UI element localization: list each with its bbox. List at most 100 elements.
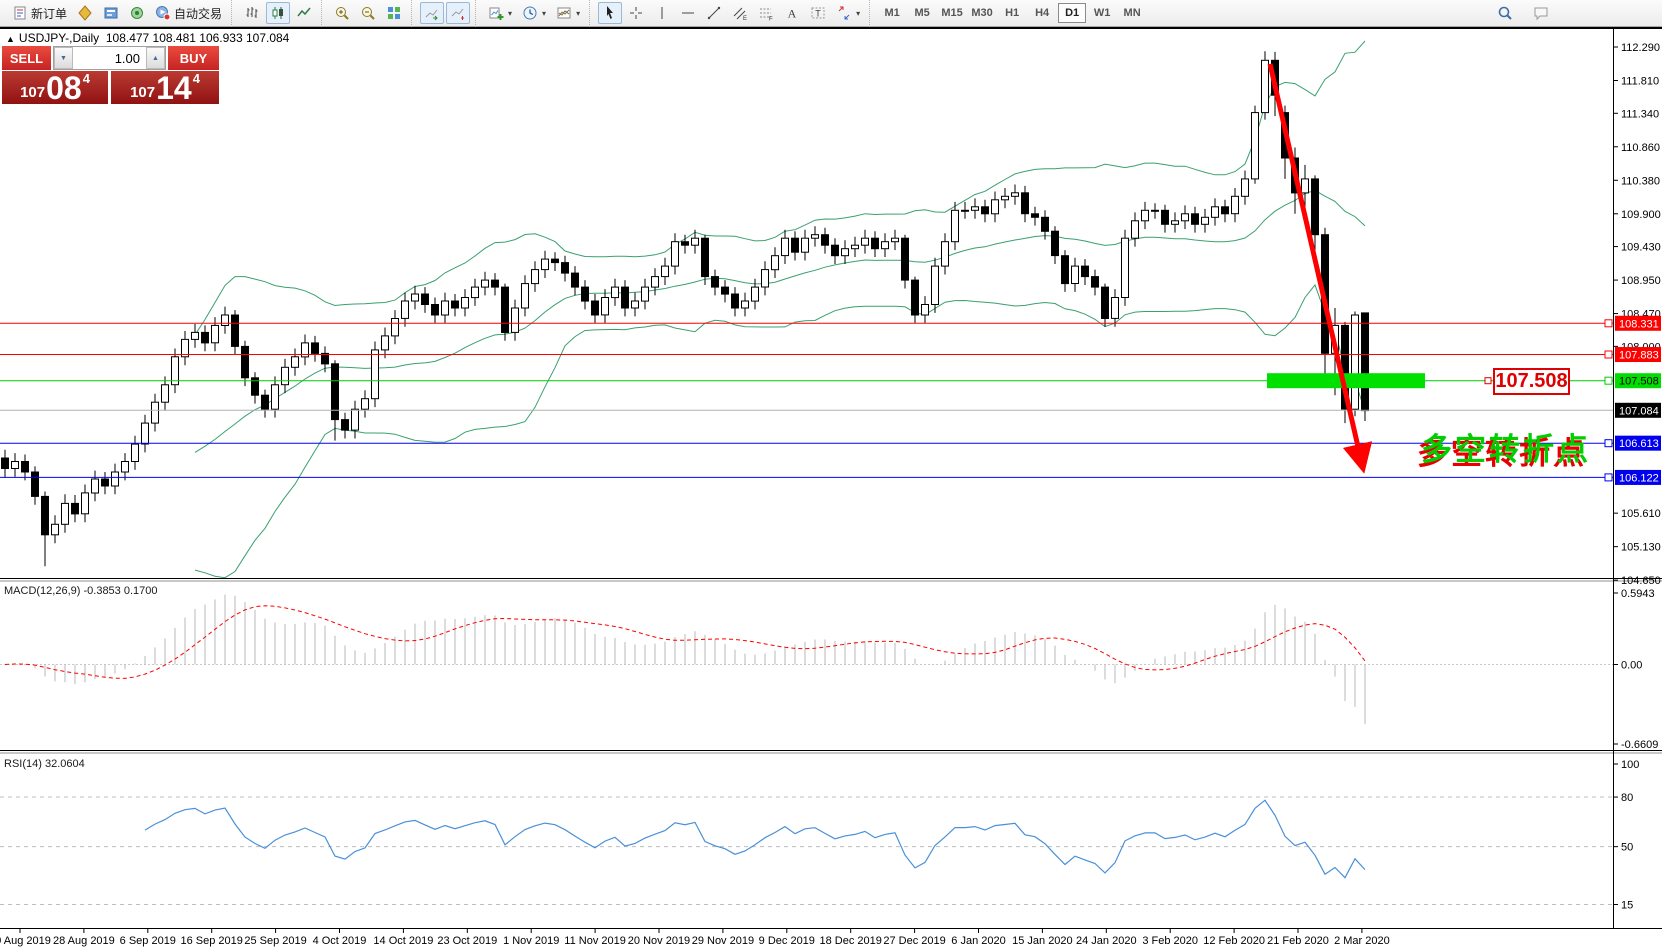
toolbar-arrows-button[interactable]: ▾ (832, 2, 864, 24)
arrows-icon (836, 5, 852, 21)
candle (202, 332, 209, 343)
toolbar-crosshair-button[interactable] (624, 2, 648, 24)
timeframe-m1-button[interactable]: M1 (878, 3, 906, 23)
volume-input[interactable]: 1.00 (73, 47, 146, 69)
toolbar-new-order-button[interactable]: 新订单 (8, 2, 71, 24)
svg-text:110.380: 110.380 (1621, 175, 1660, 187)
candle (242, 346, 249, 377)
turning-point-annotation[interactable]: 多空转折点 (1421, 424, 1591, 469)
toolbar-chat-button[interactable] (1529, 2, 1553, 24)
sell-price-box[interactable]: 107 08 4 (2, 71, 108, 104)
toolbar-periods-button[interactable]: ▾ (518, 2, 550, 24)
toolbar-equidistant-channel-button[interactable]: E (728, 2, 752, 24)
candle (472, 287, 479, 298)
candle (1142, 210, 1149, 221)
dropdown-arrow-icon[interactable]: ▾ (856, 9, 860, 18)
svg-text:100: 100 (1621, 759, 1639, 771)
toolbar-line-chart-button[interactable] (292, 2, 316, 24)
candle (552, 259, 559, 263)
toolbar-search-button[interactable] (1493, 2, 1517, 24)
volume-increase-button[interactable]: ▲ (146, 47, 165, 69)
timeframe-w1-button[interactable]: W1 (1088, 3, 1116, 23)
candle (452, 301, 459, 308)
toolbar-cursor-button[interactable] (598, 2, 622, 24)
timeframe-m15-button[interactable]: M15 (938, 3, 966, 23)
sell-button[interactable]: SELL (2, 46, 51, 70)
toolbar-text-label-button[interactable]: T (806, 2, 830, 24)
candle (952, 210, 959, 241)
candle (562, 263, 569, 274)
chart-window-title: ▲USDJPY-,Daily 108.477 108.481 106.933 1… (6, 31, 289, 45)
chart-canvas[interactable]: 112.290111.810111.340110.860110.380109.9… (0, 0, 1662, 950)
toolbar-zoom-out-button[interactable] (356, 2, 380, 24)
candle (832, 245, 839, 256)
candle (632, 301, 639, 308)
timeframe-m30-button[interactable]: M30 (968, 3, 996, 23)
toolbar-horizontal-line-button[interactable] (676, 2, 700, 24)
toolbar-data-window-button[interactable] (99, 2, 123, 24)
buy-price-box[interactable]: 107 14 4 (111, 71, 219, 104)
toolbar-tile-windows-button[interactable] (382, 2, 406, 24)
hline-handle[interactable] (1605, 474, 1612, 481)
svg-text:6 Jan 2020: 6 Jan 2020 (951, 935, 1005, 947)
candle (712, 277, 719, 288)
toolbar-candlestick-chart-button[interactable] (266, 2, 290, 24)
candle (782, 238, 789, 255)
signal-icon (129, 5, 145, 21)
svg-text:3 Feb 2020: 3 Feb 2020 (1142, 935, 1198, 947)
timeframe-m5-button[interactable]: M5 (908, 3, 936, 23)
toolbar-chart-shift-button[interactable] (446, 2, 470, 24)
toolbar-fibonacci-button[interactable]: F (754, 2, 778, 24)
svg-text:2 Mar 2020: 2 Mar 2020 (1334, 935, 1390, 947)
candle (752, 287, 759, 301)
buy-button[interactable]: BUY (168, 46, 219, 70)
hline-handle[interactable] (1605, 351, 1612, 358)
candle (902, 238, 909, 280)
toolbar-auto-scroll-button[interactable] (420, 2, 444, 24)
candle (772, 256, 779, 270)
dropdown-arrow-icon[interactable]: ▾ (508, 9, 512, 18)
candle (742, 301, 749, 308)
svg-text:24 Jan 2020: 24 Jan 2020 (1076, 935, 1137, 947)
toolbar-signals-button[interactable] (125, 2, 149, 24)
symbol-period-label: USDJPY-,Daily (19, 31, 99, 45)
channel-icon: E (732, 5, 748, 21)
candle (422, 294, 429, 305)
timeframe-mn-button[interactable]: MN (1118, 3, 1146, 23)
toolbar-group (411, 0, 475, 27)
toolbar-trendline-button[interactable] (702, 2, 726, 24)
candle (1032, 214, 1039, 218)
timeframe-h1-button[interactable]: H1 (998, 3, 1026, 23)
toolbar-zoom-in-button[interactable] (330, 2, 354, 24)
sell-price-pips: 08 (46, 74, 82, 103)
price-level-callout[interactable]: 107.508 (1493, 368, 1570, 395)
dropdown-arrow-icon[interactable]: ▾ (576, 9, 580, 18)
toolbar-vertical-line-button[interactable] (650, 2, 674, 24)
hline-handle[interactable] (1605, 377, 1612, 384)
zone-endpoint-handle[interactable] (1485, 378, 1491, 384)
candles-icon (270, 5, 286, 21)
toolbar-group: ▾ ▾ ▾ (475, 0, 589, 27)
hline-handle[interactable] (1605, 440, 1612, 447)
timeframe-h4-button[interactable]: H4 (1028, 3, 1056, 23)
timeframe-d1-button[interactable]: D1 (1058, 3, 1086, 23)
svg-text:29 Nov 2019: 29 Nov 2019 (692, 935, 754, 947)
toolbar-bar-chart-button[interactable] (240, 2, 264, 24)
candle (1072, 266, 1079, 283)
text-a-icon: A (784, 5, 800, 21)
svg-text:105.130: 105.130 (1621, 542, 1661, 554)
toolbar-text-button[interactable]: A (780, 2, 804, 24)
toolbar-market-watch-button[interactable] (73, 2, 97, 24)
svg-text:4 Oct 2019: 4 Oct 2019 (313, 935, 367, 947)
hline-handle[interactable] (1605, 320, 1612, 327)
toolbar-new-chart-button[interactable]: ▾ (484, 2, 516, 24)
toolbar-templates-button[interactable]: ▾ (552, 2, 584, 24)
volume-decrease-button[interactable]: ▼ (54, 47, 73, 69)
svg-text:0.5943: 0.5943 (1621, 588, 1655, 600)
candle (362, 399, 369, 410)
one-click-collapse-icon[interactable]: ▲ (6, 34, 15, 44)
crosshair-icon (628, 5, 644, 21)
svg-text:A: A (788, 7, 797, 21)
toolbar-auto-trading-button[interactable]: 自动交易 (151, 2, 226, 24)
dropdown-arrow-icon[interactable]: ▾ (542, 9, 546, 18)
